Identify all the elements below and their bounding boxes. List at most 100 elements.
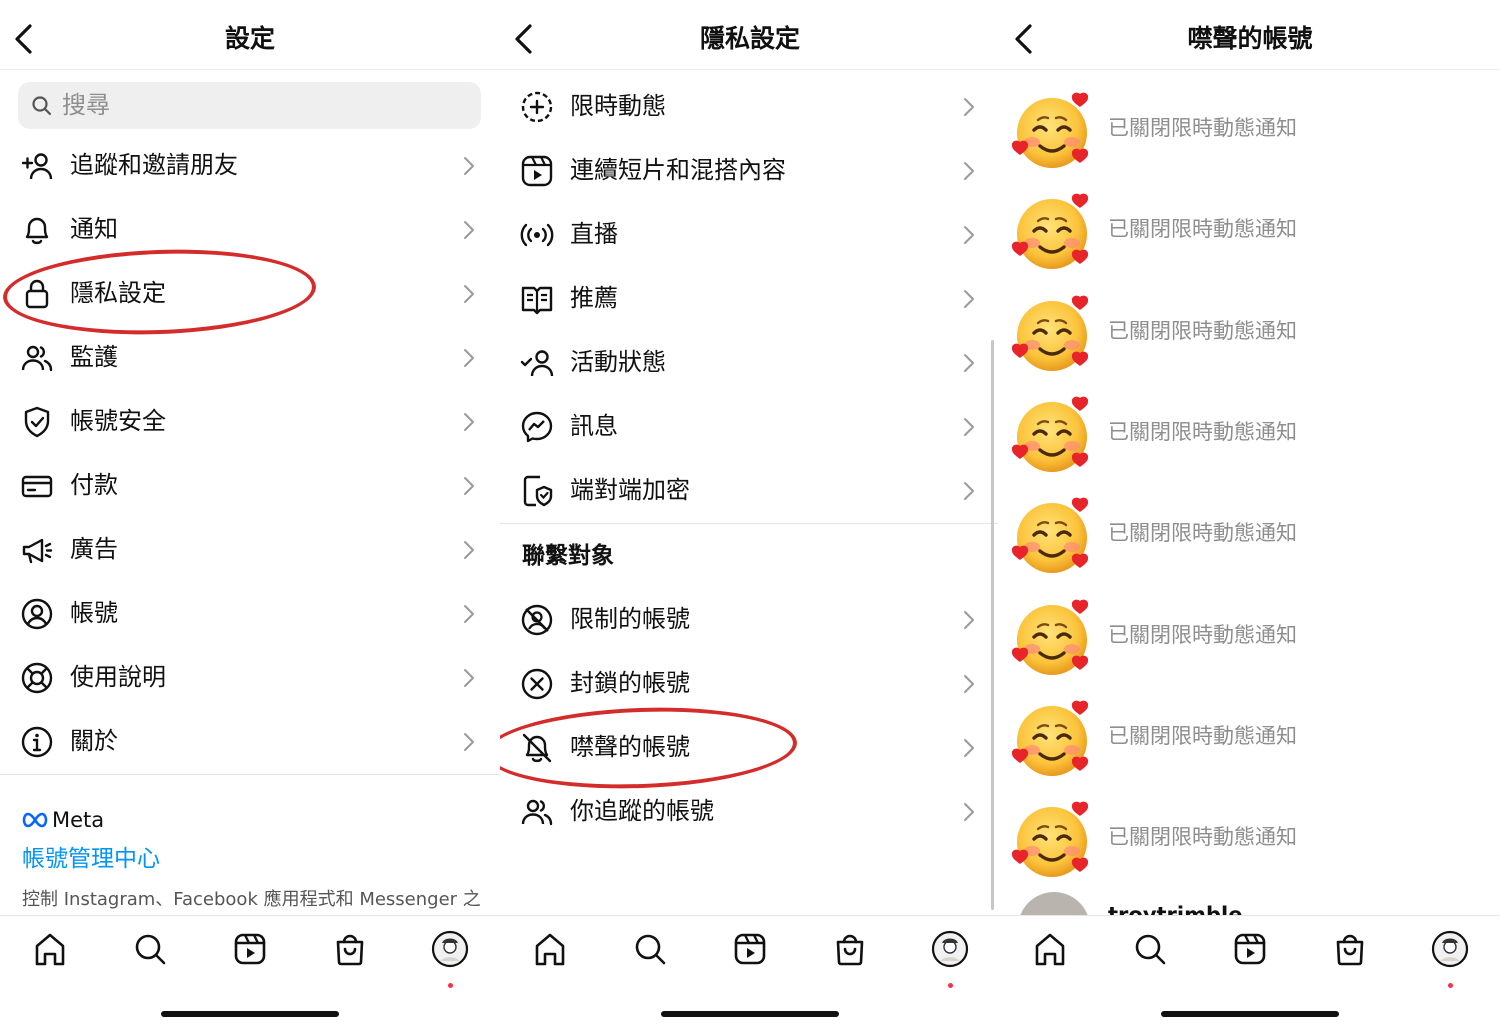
account-icon	[21, 598, 53, 630]
chevron-right-icon	[464, 669, 474, 687]
section-title: 聯繫對象	[522, 543, 614, 569]
tab-profile[interactable]	[430, 929, 470, 988]
mute-status-text: 已關閉限時動態通知	[1108, 116, 1297, 140]
privacy-item-label: 推薦	[570, 284, 618, 312]
page-title: 噤聲的帳號	[1187, 24, 1313, 53]
accounts-center-description: 控制 Instagram、Facebook 應用程式和 Messenger 之	[22, 889, 481, 910]
settings-item-supervision[interactable]: 監護	[0, 328, 500, 388]
mute-status-text: 已關閉限時動態通知	[1108, 825, 1297, 850]
settings-item-payments[interactable]: 付款	[0, 456, 500, 516]
accounts-center-link[interactable]: 帳號管理中心	[22, 843, 160, 875]
list-item[interactable]: troytrimble	[1000, 890, 1500, 915]
privacy-item-guides[interactable]: 推薦	[500, 269, 1000, 329]
tab-home[interactable]	[1030, 929, 1070, 969]
list-item[interactable]: 已關閉限時動態通知	[1000, 587, 1500, 688]
lifebuoy-icon	[21, 662, 53, 694]
mute-status-text: 已關閉限時動態通知	[1108, 318, 1297, 343]
muted-accounts-screen: 噤聲的帳號 已關閉限時動態通知 已關閉限時動態通知 已關閉限時動態通知 已關閉限時動態…	[1000, 0, 1500, 1026]
privacy-item-messages[interactable]: 訊息	[500, 397, 1000, 457]
settings-item-account[interactable]: 帳號	[0, 584, 500, 644]
shop-icon	[336, 934, 364, 966]
privacy-item-live[interactable]: 直播	[500, 205, 1000, 265]
chevron-right-icon	[964, 803, 974, 821]
tab-search[interactable]	[630, 929, 670, 969]
smiling-face-with-hearts-emoji-avatar	[1011, 293, 1094, 375]
reels-icon	[234, 933, 266, 965]
smiling-face-with-hearts-emoji-avatar	[1011, 597, 1094, 679]
page-title: 設定	[224, 24, 275, 53]
chevron-right-icon	[464, 221, 474, 239]
mute-status-text: 已關閉限時動態通知	[1108, 419, 1297, 444]
chevron-right-icon	[964, 162, 974, 180]
privacy-item-label: 連續短片和混搭內容	[570, 156, 786, 184]
messenger-icon	[521, 411, 553, 443]
settings-item-notifications[interactable]: 通知	[0, 200, 500, 260]
tab-home[interactable]	[530, 929, 570, 969]
list-item[interactable]: 已關閉限時動態通知	[1000, 485, 1500, 586]
list-item[interactable]: 已關閉限時動態通知	[1000, 283, 1500, 384]
reels-icon	[521, 155, 553, 187]
tab-shop[interactable]	[830, 929, 870, 969]
reels-icon	[734, 933, 766, 965]
settings-header: 設定	[0, 0, 500, 70]
chevron-right-icon	[964, 611, 974, 629]
chevron-right-icon	[964, 98, 974, 116]
privacy-item-encryption[interactable]: 端對端加密	[500, 461, 1000, 521]
card-icon	[21, 475, 53, 498]
shield-icon	[24, 406, 50, 438]
privacy-item-blocked[interactable]: 封鎖的帳號	[500, 654, 1000, 714]
settings-item-help[interactable]: 使用說明	[0, 648, 500, 708]
restricted-icon	[521, 604, 553, 636]
meta-logo: Meta	[22, 806, 104, 834]
privacy-item-story[interactable]: 限時動態	[500, 77, 1000, 137]
search-icon	[135, 934, 166, 965]
tab-home[interactable]	[30, 929, 70, 969]
tab-search[interactable]	[130, 929, 170, 969]
tab-reels[interactable]	[730, 929, 770, 969]
meta-brand-text: Meta	[52, 808, 105, 832]
username: troytrimble	[1108, 903, 1243, 915]
guide-icon	[521, 286, 553, 315]
list-item[interactable]: 已關閉限時動態通知	[1000, 181, 1500, 282]
activity-status-icon	[520, 350, 554, 377]
tab-shop[interactable]	[330, 929, 370, 969]
chevron-right-icon	[464, 157, 474, 175]
privacy-item-label: 限制的帳號	[570, 605, 690, 633]
tab-profile[interactable]	[1430, 929, 1470, 988]
profile-icon	[1431, 930, 1469, 968]
settings-item-ads[interactable]: 廣告	[0, 520, 500, 580]
tab-shop[interactable]	[1330, 929, 1370, 969]
chevron-right-icon	[464, 541, 474, 559]
list-item[interactable]: 已關閉限時動態通知	[1000, 80, 1500, 181]
privacy-item-restricted[interactable]: 限制的帳號	[500, 590, 1000, 650]
settings-item-label: 帳號	[70, 599, 118, 627]
shop-icon	[836, 934, 864, 966]
privacy-item-reels[interactable]: 連續短片和混搭內容	[500, 141, 1000, 201]
privacy-item-following[interactable]: 你追蹤的帳號	[500, 782, 1000, 842]
chevron-right-icon	[964, 226, 974, 244]
mute-status-text: 已關閉限時動態通知	[1108, 723, 1297, 748]
privacy-header: 隱私設定	[500, 0, 1000, 70]
mute-status-text: 已關閉限時動態通知	[1108, 622, 1297, 647]
smiling-face-with-hearts-emoji-avatar	[1011, 90, 1094, 172]
list-item[interactable]: 已關閉限時動態通知	[1000, 789, 1500, 890]
settings-item-security[interactable]: 帳號安全	[0, 392, 500, 452]
chevron-right-icon	[964, 354, 974, 372]
search-input[interactable]: 搜尋	[18, 82, 481, 129]
list-item[interactable]: 已關閉限時動態通知	[1000, 384, 1500, 485]
settings-item-follow-invite[interactable]: 追蹤和邀請朋友	[0, 136, 500, 196]
privacy-item-activity-status[interactable]: 活動狀態	[500, 333, 1000, 393]
tab-bar	[1000, 915, 1500, 1026]
add-friend-icon	[21, 153, 53, 180]
scrollbar[interactable]	[991, 340, 994, 910]
tab-reels[interactable]	[230, 929, 270, 969]
settings-item-label: 監護	[70, 343, 118, 371]
tab-search[interactable]	[1130, 929, 1170, 969]
meta-infinity-icon	[22, 812, 48, 828]
chevron-right-icon	[464, 413, 474, 431]
home-indicator	[1161, 1011, 1339, 1017]
settings-item-about[interactable]: 關於	[0, 712, 500, 772]
tab-reels[interactable]	[1230, 929, 1270, 969]
list-item[interactable]: 已關閉限時動態通知	[1000, 688, 1500, 789]
tab-profile[interactable]	[930, 929, 970, 988]
